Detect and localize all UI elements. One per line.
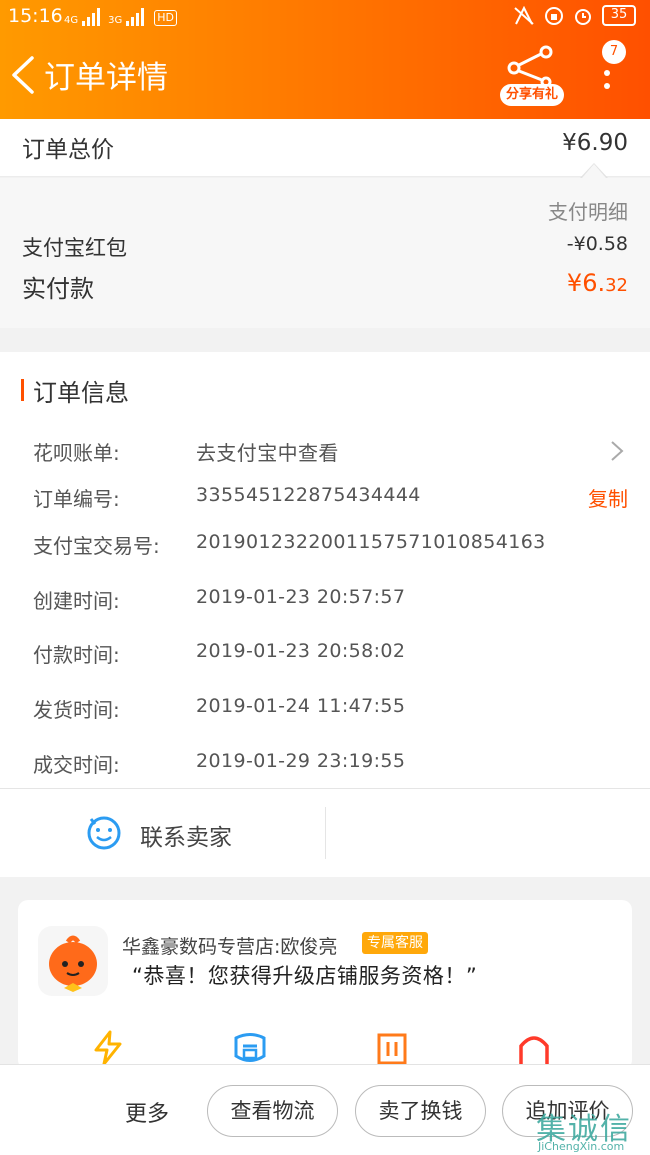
paid-time-row: 付款时间: 2019-01-23 20:58:02 — [0, 634, 650, 674]
paid-amount-label: 实付款 — [22, 275, 94, 303]
net-3g-label: 3G — [108, 15, 123, 26]
shop-card: 华鑫豪数码专营店:欧俊亮 专属客服 “恭喜！您获得升级店铺服务资格！” — [18, 900, 632, 1070]
info-label: 发货时间: — [33, 698, 120, 722]
status-bar: 15:16 4G 3G HD 35 — [0, 0, 650, 34]
paid-amount-value: ¥6.32 — [567, 269, 628, 297]
info-value: 2019012322001157571010854163 — [196, 531, 546, 553]
signal-icon — [82, 8, 104, 26]
shipped-time-row: 发货时间: 2019-01-24 11:47:55 — [0, 689, 650, 729]
resell-button[interactable]: 卖了换钱 — [355, 1085, 486, 1137]
info-value: 去支付宝中查看 — [196, 441, 339, 465]
shop-arch-icon[interactable] — [516, 1030, 552, 1066]
vibrate-icon — [514, 5, 534, 25]
info-value: 2019-01-23 20:57:57 — [196, 586, 406, 608]
network-indicators: 4G 3G HD — [64, 4, 177, 26]
view-logistics-button[interactable]: 查看物流 — [207, 1085, 338, 1137]
chevron-right-icon — [611, 441, 624, 461]
info-label: 支付宝交易号: — [33, 534, 160, 558]
order-number-row: 订单编号: 335545122875434444 复制 — [0, 478, 650, 518]
watermark: 集诚信 JiChengXin.com — [530, 1104, 648, 1154]
huabei-bill-row[interactable]: 花呗账单: 去支付宝中查看 — [0, 432, 650, 472]
info-value: 2019-01-23 20:58:02 — [196, 640, 406, 662]
more-actions-link[interactable]: 更多 — [125, 1096, 169, 1128]
alarm-icon — [575, 8, 591, 25]
net-4g-label: 4G — [64, 15, 79, 26]
divider — [325, 807, 326, 859]
payment-detail-heading: 支付明细 — [548, 200, 628, 224]
section-accent-bar — [21, 379, 24, 401]
info-label: 花呗账单: — [33, 441, 120, 465]
contact-seller-button[interactable]: 联系卖家 — [0, 789, 325, 878]
paid-amount-cents: 32 — [605, 275, 628, 296]
chat-smile-icon — [87, 816, 121, 850]
info-value: 335545122875434444 — [196, 484, 421, 506]
info-label: 订单编号: — [33, 487, 120, 511]
signal-icon-2 — [126, 8, 148, 26]
contact-seller-label: 联系卖家 — [140, 825, 232, 851]
share-gift-label: 分享有礼 — [500, 84, 564, 106]
exclusive-service-badge: 专属客服 — [362, 932, 428, 954]
completed-time-row: 成交时间: 2019-01-29 23:19:55 — [0, 744, 650, 784]
back-arrow-icon[interactable] — [8, 56, 38, 94]
message-count-badge: 7 — [602, 40, 626, 64]
shop-name[interactable]: 华鑫豪数码专营店:欧俊亮 — [122, 932, 337, 959]
order-total-label: 订单总价 — [22, 137, 114, 163]
status-time: 15:16 — [8, 5, 63, 27]
hd-badge: HD — [154, 10, 177, 26]
order-info-card: 订单信息 花呗账单: 去支付宝中查看 订单编号: 335545122875434… — [0, 352, 650, 877]
alipay-trade-row: 支付宝交易号: 2019012322001157571010854163 — [0, 525, 650, 565]
info-value: 2019-01-29 23:19:55 — [196, 750, 406, 772]
redpack-value: -¥0.58 — [566, 233, 628, 255]
share-icon — [507, 45, 553, 88]
info-label: 成交时间: — [33, 753, 120, 777]
info-label: 付款时间: — [33, 643, 120, 667]
after-sale-icon[interactable] — [232, 1030, 268, 1066]
calendar-icon[interactable] — [374, 1030, 410, 1066]
order-info-title: 订单信息 — [33, 379, 129, 407]
shop-avatar[interactable] — [38, 926, 108, 996]
watermark-en: JiChengXin.com — [538, 1140, 625, 1153]
copy-order-number-button[interactable]: 复制 — [588, 483, 628, 512]
shop-message: “恭喜！您获得升级店铺服务资格！” — [132, 964, 478, 988]
battery-icon: 35 — [602, 5, 636, 26]
created-time-row: 创建时间: 2019-01-23 20:57:57 — [0, 580, 650, 620]
order-total-row: 订单总价 ¥6.90 — [0, 119, 650, 177]
payment-detail-panel: 支付明细 支付宝红包 -¥0.58 实付款 ¥6.32 — [0, 163, 650, 328]
share-button[interactable]: 分享有礼 — [500, 44, 564, 106]
more-menu-button[interactable]: 7 — [590, 40, 626, 100]
more-dot-icon — [604, 70, 610, 76]
lightning-icon[interactable] — [90, 1030, 126, 1066]
lock-rotation-icon — [545, 6, 563, 25]
caret-up-fill — [582, 164, 606, 178]
more-dot-icon — [604, 83, 610, 89]
status-right-icons: 35 — [513, 5, 636, 26]
header-bar: 15:16 4G 3G HD 35 订单详情 分享有礼 7 — [0, 0, 650, 119]
page-title: 订单详情 — [44, 60, 168, 96]
contact-seller-row: 联系卖家 — [0, 788, 650, 877]
info-label: 创建时间: — [33, 589, 120, 613]
mascot-icon — [49, 935, 97, 992]
paid-amount-main: ¥6. — [566, 269, 606, 297]
redpack-label: 支付宝红包 — [22, 236, 127, 260]
info-value: 2019-01-24 11:47:55 — [196, 695, 406, 717]
order-total-value: ¥6.90 — [562, 130, 628, 156]
